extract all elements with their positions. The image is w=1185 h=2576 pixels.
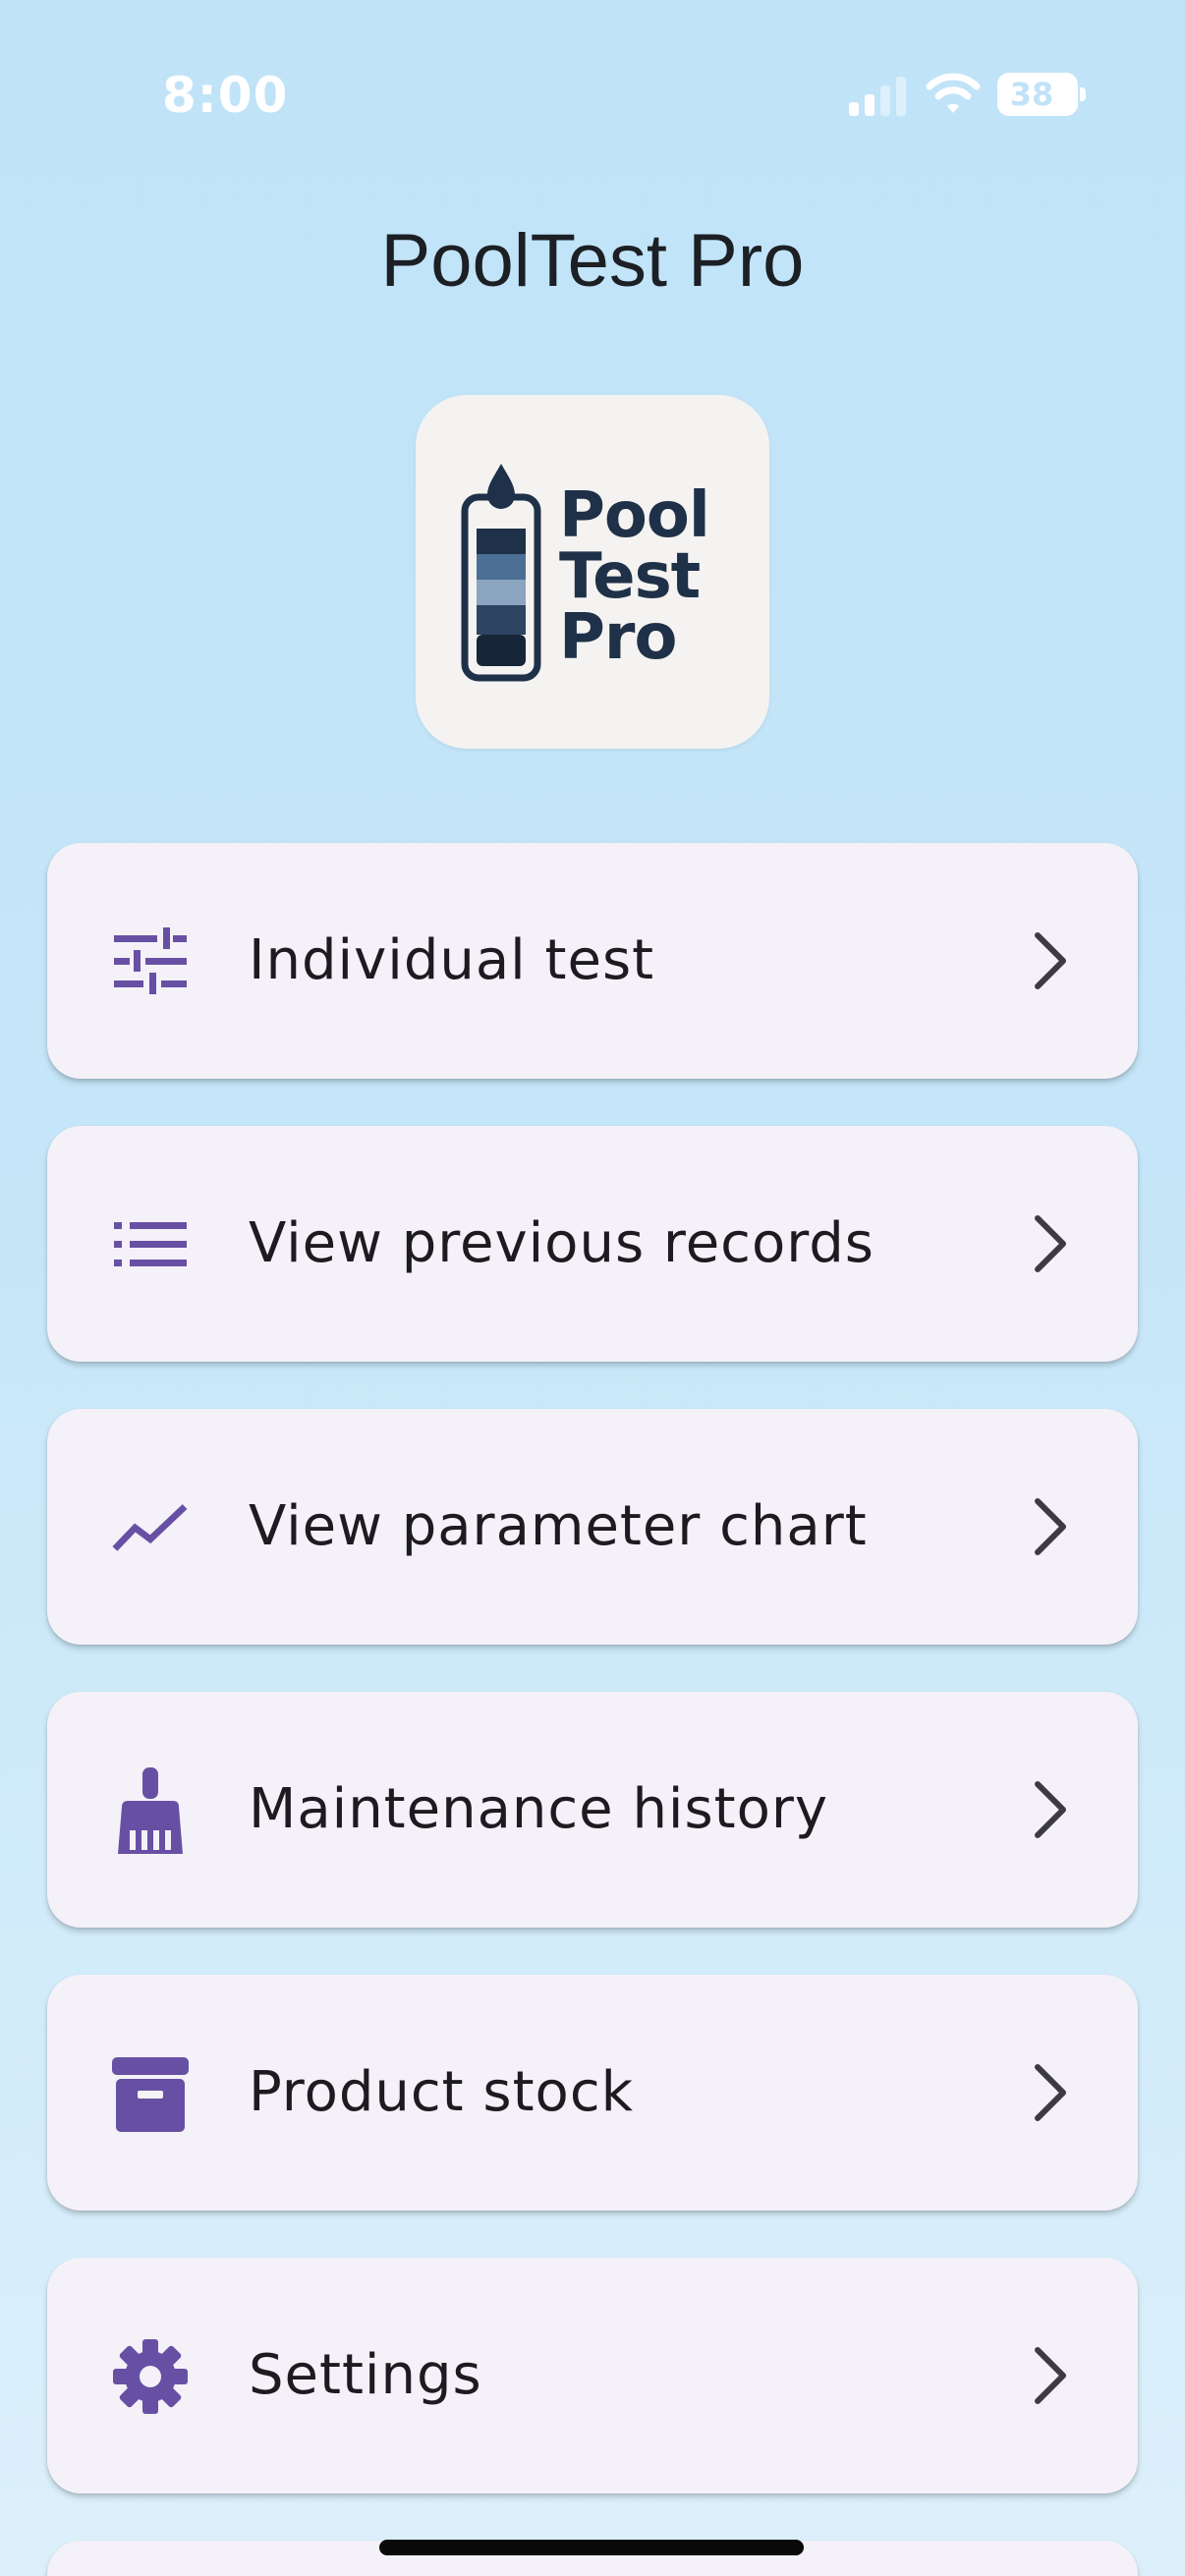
- chevron-right-icon: [1035, 1215, 1066, 1272]
- menu-item-label: View previous records: [249, 1211, 875, 1275]
- archive-box-icon: [112, 2055, 189, 2132]
- chevron-right-icon: [1035, 2347, 1066, 2404]
- menu-item-label: Product stock: [249, 2060, 635, 2124]
- chevron-right-icon: [1035, 2064, 1066, 2121]
- menu-item-parameter-chart[interactable]: View parameter chart: [47, 1409, 1138, 1645]
- chevron-right-icon: [1035, 932, 1066, 989]
- chevron-right-icon: [1035, 1781, 1066, 1838]
- menu-item-label: Individual test: [249, 928, 655, 992]
- list-icon: [112, 1206, 189, 1283]
- menu-item-label: Settings: [249, 2343, 482, 2407]
- menu-item-product-stock[interactable]: Product stock: [47, 1975, 1138, 2211]
- logo-word-3: Pro: [559, 601, 677, 674]
- menu-item-label: Maintenance history: [249, 1777, 829, 1841]
- status-time: 8:00: [162, 67, 289, 124]
- tune-sliders-icon: [112, 924, 189, 1000]
- app-title: PoolTest Pro: [380, 219, 805, 303]
- app-logo: Pool Test Pro: [416, 395, 769, 749]
- menu-item-settings[interactable]: Settings: [47, 2258, 1138, 2493]
- logo-word-1: Pool: [559, 479, 710, 552]
- wifi-icon: [926, 73, 981, 113]
- logo-word-2: Test: [559, 540, 701, 613]
- battery-level: 38: [1009, 76, 1054, 113]
- battery-icon: 38: [997, 73, 1086, 116]
- gear-icon: [112, 2338, 189, 2415]
- menu-item-maintenance-history[interactable]: Maintenance history: [47, 1692, 1138, 1928]
- menu-item-previous-records[interactable]: View previous records: [47, 1126, 1138, 1362]
- home-indicator[interactable]: [379, 2540, 804, 2555]
- menu-item-individual-test[interactable]: Individual test: [47, 843, 1138, 1079]
- trending-line-icon: [112, 1489, 189, 1566]
- battery-tip: [1080, 87, 1086, 101]
- test-tube-icon: [461, 464, 541, 682]
- menu-item-label: View parameter chart: [249, 1494, 868, 1558]
- status-bar: 8:00 38: [0, 0, 1185, 196]
- broom-icon: [112, 1767, 189, 1854]
- chevron-right-icon: [1035, 1498, 1066, 1555]
- logo-wordmark: Pool Test Pro: [559, 479, 710, 674]
- cellular-signal-icon: [849, 77, 906, 116]
